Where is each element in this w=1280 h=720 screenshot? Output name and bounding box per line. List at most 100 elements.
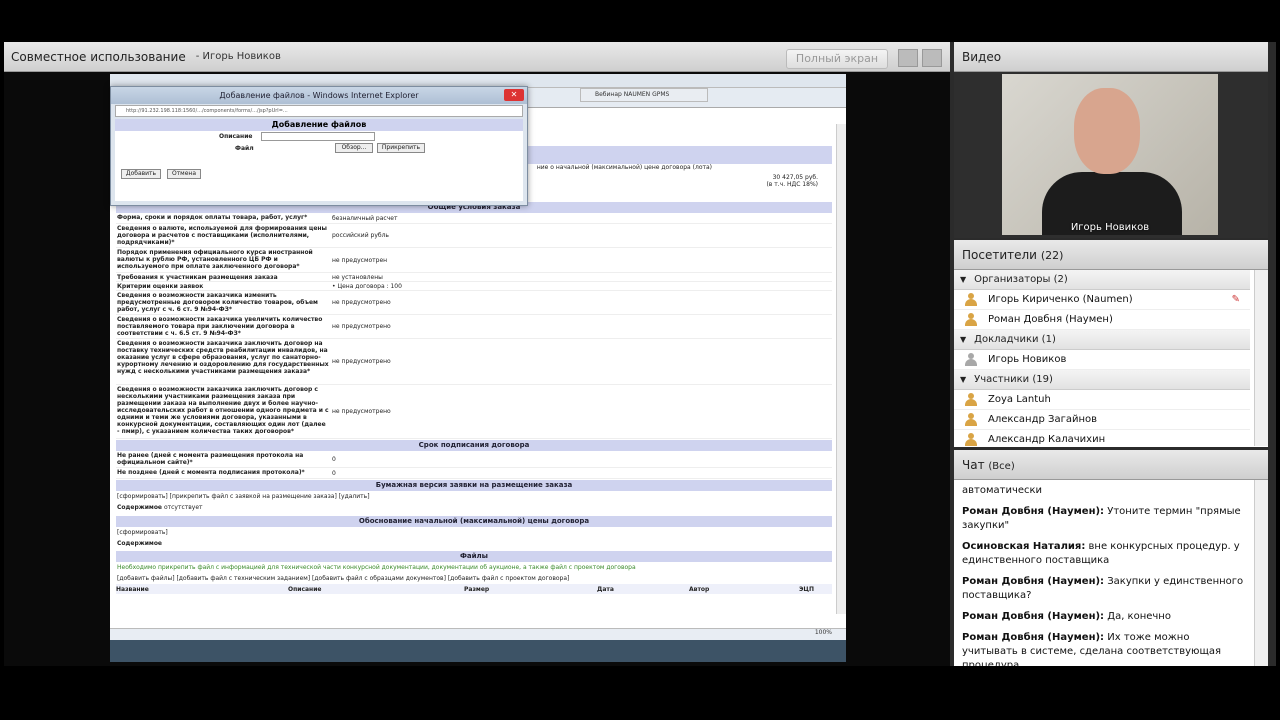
- field-value: не предусмотрено: [332, 408, 391, 415]
- visitors-panel: Посетители (22) ▼ Организаторы (2) Игорь …: [954, 240, 1268, 447]
- field-value: не предусмотрено: [332, 323, 391, 330]
- justify-action[interactable]: [сформировать]: [116, 527, 832, 538]
- col-date: Дата: [597, 585, 614, 593]
- layout-single-icon[interactable]: [898, 49, 918, 67]
- group-participants[interactable]: ▼ Участники (19): [954, 370, 1250, 390]
- field-value: • Цена договора : 100: [332, 282, 402, 290]
- user-icon: [964, 312, 978, 327]
- field-label: Не позднее (дней с момента подписания пр…: [117, 469, 305, 476]
- files-note: Необходимо прикрепить файл с информацией…: [117, 564, 636, 571]
- list-item[interactable]: Александр Калачихин: [954, 430, 1250, 446]
- chat-message: Осиновская Наталия: вне конкурсных проце…: [962, 540, 1246, 568]
- list-item[interactable]: Zoya Lantuh: [954, 390, 1250, 410]
- user-name: Игорь Кириченко (Naumen): [988, 294, 1133, 305]
- share-title: Совместное использование: [11, 49, 186, 64]
- field-label: Форма, сроки и порядок оплаты товара, ра…: [117, 214, 308, 221]
- dialog-header: Добавление файлов: [115, 119, 523, 131]
- share-header: Совместное использование - Игорь Новиков…: [4, 42, 950, 72]
- presenter-name: - Игорь Новиков: [195, 51, 281, 62]
- field-value: не установлены: [332, 273, 383, 281]
- video-panel: Видео Игорь Новиков: [954, 42, 1268, 238]
- paper-actions[interactable]: [сформировать] [прикрепить файл с заявко…: [116, 491, 832, 502]
- chat-message: Роман Довбня (Наумен): Да, конечно: [962, 610, 1246, 624]
- list-item[interactable]: Игорь Новиков: [954, 350, 1250, 370]
- visitors-scrollbar[interactable]: [1254, 270, 1268, 446]
- group-organizers[interactable]: ▼ Организаторы (2): [954, 270, 1250, 290]
- user-name: Роман Довбня (Наумен): [988, 314, 1113, 325]
- field-value: безналичный расчет: [332, 214, 398, 222]
- presenter-face: [1074, 88, 1140, 174]
- close-icon[interactable]: ✕: [504, 89, 524, 101]
- add-button[interactable]: Добавить: [121, 169, 161, 179]
- browse-button[interactable]: Обзор...: [335, 143, 373, 153]
- chat-header: Чат (Все): [954, 450, 1268, 480]
- description-label: Описание: [219, 133, 253, 140]
- webinar-app: Совместное использование - Игорь Новиков…: [4, 42, 1276, 666]
- chat-scope[interactable]: (Все): [988, 461, 1014, 472]
- paper-content-label: Содержимое: [117, 504, 163, 511]
- windows-taskbar: [110, 640, 846, 662]
- chat-messages: автоматически Роман Довбня (Наумен): Уто…: [954, 480, 1254, 666]
- group-label: Докладчики (1): [974, 334, 1056, 345]
- user-icon: [964, 392, 978, 407]
- chat-title: Чат: [962, 458, 985, 472]
- field-label: Сведения о возможности заказчика изменит…: [117, 292, 318, 313]
- webcam-feed: Игорь Новиков: [1002, 74, 1218, 235]
- col-signature: ЭЦП: [799, 585, 814, 593]
- col-description: Описание: [288, 585, 322, 593]
- cancel-button[interactable]: Отмена: [167, 169, 201, 179]
- video-title: Видео: [954, 42, 1268, 72]
- field-label: Требования к участникам размещения заказ…: [117, 274, 278, 281]
- group-presenters[interactable]: ▼ Докладчики (1): [954, 330, 1250, 350]
- field-value: 0: [332, 469, 336, 477]
- field-value: не предусмотрен: [332, 256, 388, 264]
- visitors-count: (22): [1040, 249, 1064, 262]
- layout-grid-icon[interactable]: [922, 49, 942, 67]
- user-icon: [964, 432, 978, 447]
- col-name: Название: [116, 585, 149, 593]
- field-value: не предусмотрено: [332, 299, 391, 306]
- visitors-header: Посетители (22): [954, 240, 1268, 270]
- chat-message: Роман Довбня (Наумен): Закупки у единств…: [962, 575, 1246, 603]
- description-input[interactable]: [261, 132, 375, 141]
- chevron-down-icon: ▼: [960, 375, 967, 384]
- field-label: Сведения о возможности заказчика увеличи…: [117, 316, 323, 337]
- field-label: Сведения о возможности заказчика заключи…: [117, 386, 329, 435]
- user-icon: [964, 292, 978, 307]
- list-item[interactable]: Роман Довбня (Наумен): [954, 310, 1250, 330]
- chat-message: Роман Довбня (Наумен): Их тоже можно учи…: [962, 631, 1246, 666]
- zoom-level[interactable]: 100%: [815, 629, 832, 636]
- pen-icon: ✎: [1231, 294, 1240, 305]
- visitors-title: Посетители: [962, 248, 1037, 262]
- dialog-body: Добавление файлов Описание Файл Обзор...…: [115, 119, 523, 201]
- field-label: Сведения о возможности заказчика заключи…: [117, 340, 329, 375]
- file-label: Файл: [235, 145, 254, 152]
- ie-statusbar: 100%: [110, 628, 846, 640]
- message-author: Роман Довбня (Наумен):: [962, 576, 1105, 587]
- chevron-down-icon: ▼: [960, 335, 967, 344]
- list-item[interactable]: Игорь Кириченко (Naumen) ✎: [954, 290, 1250, 310]
- attach-button[interactable]: Прикрепить: [377, 143, 425, 153]
- browser-tab[interactable]: Вебинар NAUMEN GPMS: [580, 88, 708, 102]
- message-author: Осиновская Наталия:: [962, 541, 1086, 552]
- user-name: Александр Калачихин: [988, 434, 1106, 445]
- field-value: российский рубль: [332, 232, 389, 239]
- section-signing: Срок подписания договора: [116, 440, 832, 451]
- page-scrollbar[interactable]: [836, 124, 846, 614]
- visitors-list: ▼ Организаторы (2) Игорь Кириченко (Naume…: [954, 270, 1250, 446]
- user-name: Zoya Lantuh: [988, 394, 1051, 405]
- message-author: Роман Довбня (Наумен):: [962, 632, 1105, 643]
- list-item[interactable]: Александр Загайнов: [954, 410, 1250, 430]
- message-text: автоматически: [962, 485, 1043, 496]
- fullscreen-button[interactable]: Полный экран: [786, 49, 888, 69]
- user-name: Александр Загайнов: [988, 414, 1097, 425]
- message-text: Да, конечно: [1107, 611, 1171, 622]
- presenter-icon: [964, 352, 978, 367]
- chat-message: автоматически: [962, 484, 1246, 498]
- files-actions[interactable]: [добавить файлы] [добавить файл с технич…: [116, 573, 832, 584]
- user-icon: [964, 412, 978, 427]
- section-files: Файлы: [116, 551, 832, 562]
- dialog-title: Добавление файлов - Windows Internet Exp…: [111, 87, 527, 104]
- chat-message: Роман Довбня (Наумен): Утоните термин "п…: [962, 505, 1246, 533]
- chat-scrollbar[interactable]: [1254, 480, 1268, 666]
